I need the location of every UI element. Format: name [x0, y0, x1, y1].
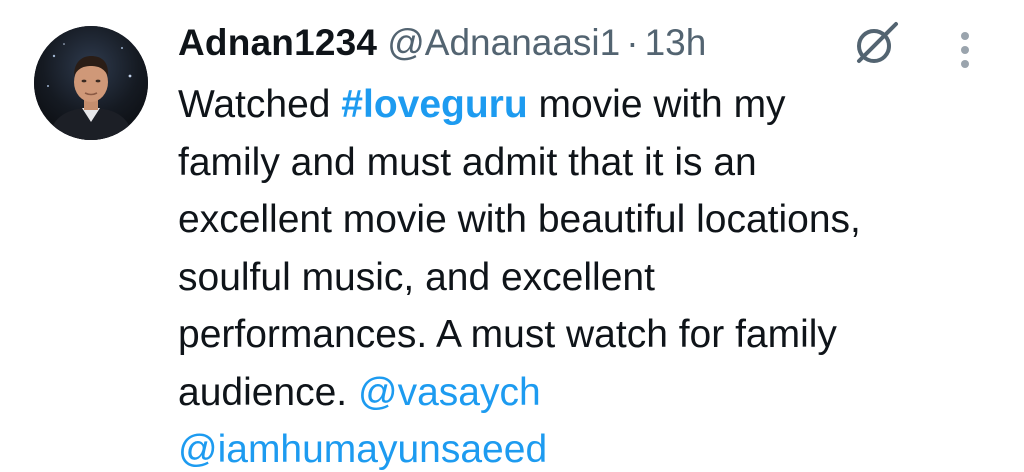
text-segment: Watched — [178, 83, 342, 126]
tweet-line: family and must admit that it is an — [178, 140, 757, 184]
tweet-line: performances. A must watch for family — [178, 313, 837, 356]
hashtag-link[interactable]: #loveguru — [341, 83, 527, 126]
mention-link[interactable]: @vasaych — [358, 371, 541, 414]
tweet-header: Adnan1234 @Adnanaasi1 · 13h — [178, 22, 706, 66]
tweet-line: @iamhumayunsaeed — [178, 421, 998, 472]
tweet-text: Watched #loveguru movie with my family a… — [178, 76, 998, 472]
separator-dot: · — [626, 22, 639, 63]
avatar[interactable] — [34, 26, 148, 140]
timestamp[interactable]: 13h — [645, 22, 707, 64]
author-handle[interactable]: @Adnanaasi1 — [387, 22, 620, 64]
tweet[interactable]: Adnan1234 @Adnanaasi1 · 13h Watched #lov… — [0, 0, 1024, 472]
mention-link[interactable]: @iamhumayunsaeed — [178, 428, 547, 471]
avatar-image — [34, 26, 148, 140]
tweet-line: audience. @vasaych — [178, 364, 998, 422]
more-vertical-icon[interactable] — [954, 30, 976, 70]
grok-icon[interactable] — [850, 18, 902, 70]
text-segment: audience. — [178, 370, 358, 414]
tweet-line: excellent movie with beautiful locations… — [178, 198, 861, 241]
tweet-line: Watched #loveguru movie with my — [178, 76, 998, 134]
tweet-line: soulful music, and excellent — [178, 255, 655, 299]
author-display-name[interactable]: Adnan1234 — [178, 22, 377, 64]
text-segment: movie with my — [527, 83, 786, 126]
